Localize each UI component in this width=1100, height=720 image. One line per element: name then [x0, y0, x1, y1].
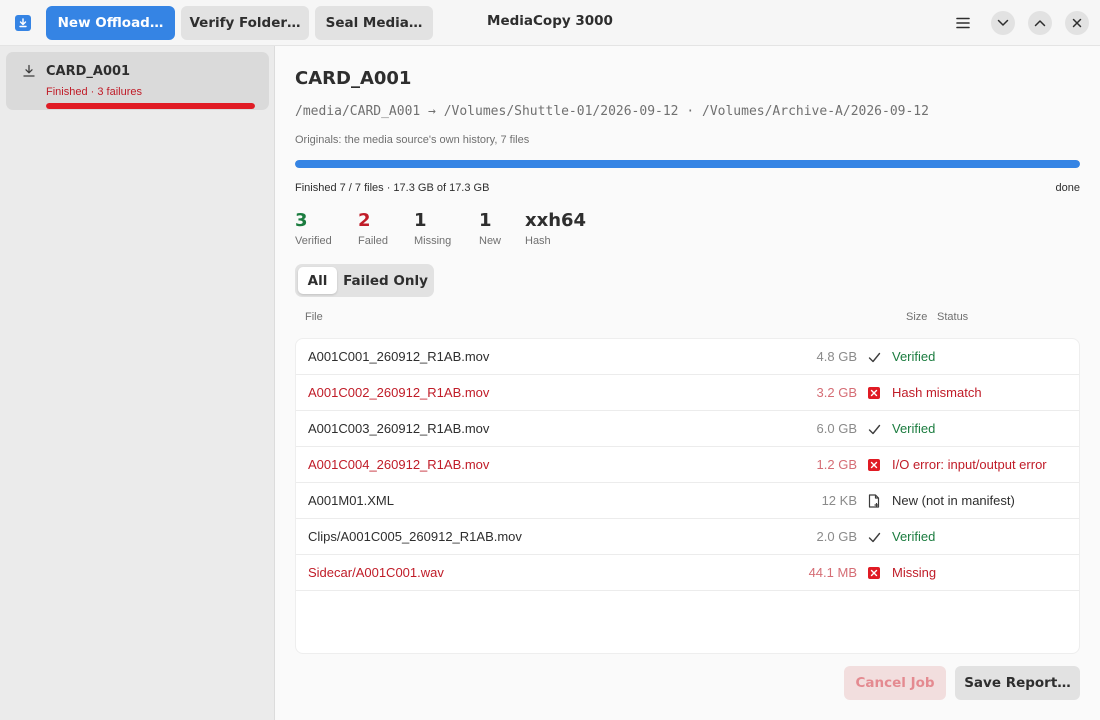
table-row[interactable]: Clips/A001C005_260912_R1AB.mov 2.0 GB Veri… — [296, 519, 1079, 555]
chevron-up-icon — [1034, 20, 1046, 27]
job-progress-bar — [295, 160, 1080, 168]
stat-label: Verified — [295, 235, 332, 247]
stat-value: 1 — [414, 210, 427, 231]
file-status: Hash mismatch — [892, 385, 982, 400]
stat-failed: 2 Failed — [358, 210, 388, 247]
stat-value: 3 — [295, 210, 308, 231]
file-size: 6.0 GB — [816, 421, 857, 436]
app-window: New Offload… Verify Folder… Seal Media… … — [0, 0, 1100, 720]
file-status: I/O error: input/output error — [892, 457, 1047, 472]
hamburger-icon — [956, 17, 970, 29]
file-size: 2.0 GB — [816, 529, 857, 544]
stat-value: xxh64 — [525, 210, 587, 231]
file-name: A001M01.XML — [308, 493, 394, 508]
job-name: CARD_A001 — [46, 64, 131, 79]
job-subtitle: Originals: the media source's own histor… — [295, 134, 530, 146]
job-progress-bar — [46, 103, 255, 109]
error-icon — [867, 386, 881, 400]
main-menu-button[interactable] — [951, 12, 975, 34]
job-paths: /media/CARD_A001 → /Volumes/Shuttle-01/2… — [295, 104, 929, 119]
close-icon — [1072, 18, 1082, 28]
stat-hash: xxh64 Hash — [525, 210, 586, 247]
save-report-button[interactable]: Save Report… — [955, 666, 1080, 700]
progress-text: Finished 7 / 7 files · 17.3 GB of 17.3 G… — [295, 182, 490, 194]
file-name: Sidecar/A001C001.wav — [308, 565, 444, 580]
file-name: A001C004_260912_R1AB.mov — [308, 457, 490, 472]
error-icon — [867, 458, 881, 472]
check-icon — [867, 350, 881, 364]
file-size: 3.2 GB — [816, 385, 857, 400]
close-button[interactable] — [1065, 11, 1089, 35]
minimize-button[interactable] — [991, 11, 1015, 35]
job-progress-fill — [295, 160, 1080, 168]
file-size: 12 KB — [821, 493, 857, 508]
file-list: A001C001_260912_R1AB.mov 4.8 GB Verified A0… — [295, 338, 1080, 654]
verify-folder-button[interactable]: Verify Folder… — [181, 6, 309, 40]
file-size: 44.1 MB — [808, 565, 857, 580]
check-icon — [867, 422, 881, 436]
maximize-button[interactable] — [1028, 11, 1052, 35]
stat-value: 2 — [358, 210, 371, 231]
sidebar-job-card-a001[interactable]: CARD_A001 Finished · 3 failures — [6, 52, 269, 110]
filter-all-button[interactable]: All — [298, 267, 337, 294]
download-app-icon — [15, 15, 31, 31]
stat-label: New — [479, 235, 502, 247]
stat-label: Hash — [525, 235, 551, 247]
file-name: A001C003_260912_R1AB.mov — [308, 421, 490, 436]
job-status: Finished · 3 failures — [46, 86, 142, 98]
file-status: New (not in manifest) — [892, 493, 1015, 508]
stat-label: Failed — [358, 235, 388, 247]
table-row[interactable]: A001C003_260912_R1AB.mov 6.0 GB Verified — [296, 411, 1079, 447]
stat-verified: 3 Verified — [295, 210, 332, 247]
table-row[interactable]: A001C001_260912_R1AB.mov 4.8 GB Verified — [296, 339, 1079, 375]
window-title: MediaCopy 3000 — [487, 13, 613, 29]
file-size: 4.8 GB — [816, 349, 857, 364]
error-icon — [867, 566, 881, 580]
table-row[interactable]: Sidecar/A001C001.wav 44.1 MB Missing — [296, 555, 1079, 591]
file-size: 1.2 GB — [816, 457, 857, 472]
stat-new: 1 New — [479, 210, 501, 247]
file-name: A001C001_260912_R1AB.mov — [308, 349, 490, 364]
file-name: A001C002_260912_R1AB.mov — [308, 385, 490, 400]
file-status: Verified — [892, 421, 936, 436]
column-header-size[interactable]: Size — [906, 311, 927, 323]
table-row[interactable]: A001C004_260912_R1AB.mov 1.2 GB I/O error:… — [296, 447, 1079, 483]
new-file-icon — [867, 494, 881, 508]
column-header-file[interactable]: File — [305, 311, 323, 323]
file-status: Verified — [892, 529, 936, 544]
job-progress-fill — [46, 103, 255, 109]
job-title: CARD_A001 — [295, 68, 412, 89]
stat-value: 1 — [479, 210, 492, 231]
file-status: Verified — [892, 349, 936, 364]
new-offload-button[interactable]: New Offload… — [46, 6, 175, 40]
stat-label: Missing — [414, 235, 452, 247]
check-icon — [867, 530, 881, 544]
cancel-job-button[interactable]: Cancel Job — [844, 666, 946, 700]
table-row[interactable]: A001C002_260912_R1AB.mov 3.2 GB Hash misma… — [296, 375, 1079, 411]
progress-state: done — [1055, 182, 1080, 194]
filter-toggle: All Failed Only — [295, 264, 434, 297]
column-header-status[interactable]: Status — [937, 311, 968, 323]
job-detail: CARD_A001 /media/CARD_A001 → /Volumes/Sh… — [275, 46, 1100, 720]
header-bar: New Offload… Verify Folder… Seal Media… … — [0, 0, 1100, 46]
stat-missing: 1 Missing — [414, 210, 451, 247]
sidebar: CARD_A001 Finished · 3 failures — [0, 46, 275, 720]
file-name: Clips/A001C005_260912_R1AB.mov — [308, 529, 522, 544]
download-icon — [23, 64, 35, 77]
seal-media-button[interactable]: Seal Media… — [315, 6, 433, 40]
file-status: Missing — [892, 565, 937, 580]
filter-failed-only-button[interactable]: Failed Only — [340, 267, 431, 294]
table-row[interactable]: A001M01.XML 12 KB New (not in manifest) — [296, 483, 1079, 519]
chevron-down-icon — [997, 19, 1009, 26]
